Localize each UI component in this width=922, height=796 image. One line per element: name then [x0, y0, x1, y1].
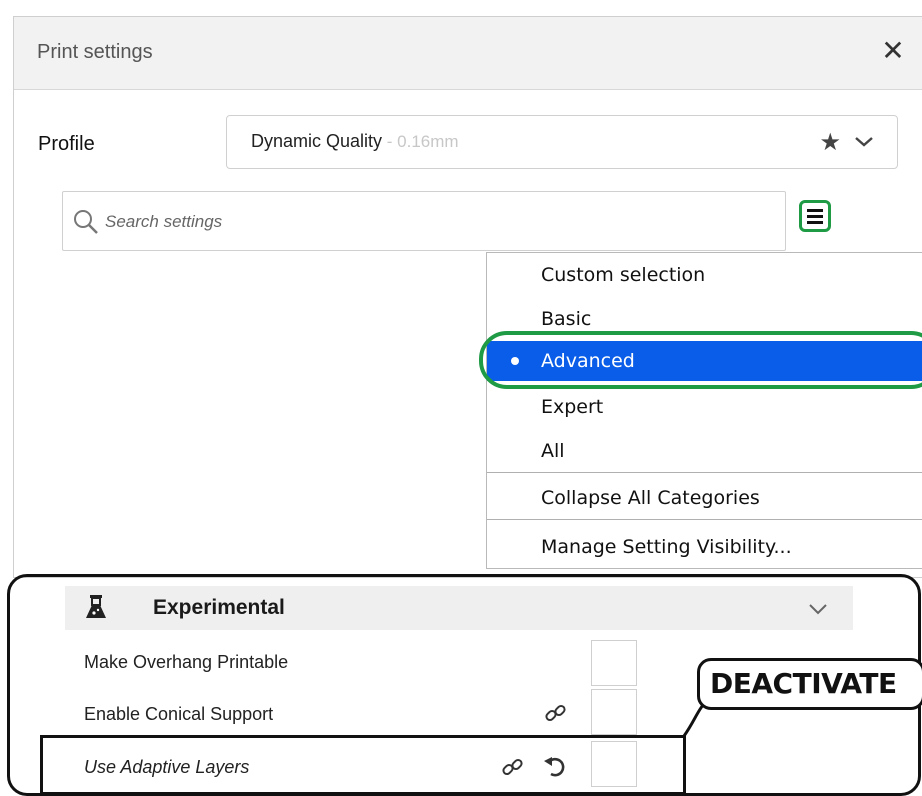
menu-item-label: Expert [541, 396, 604, 418]
annotation-text: DEACTIVATE [710, 667, 897, 700]
panel-header: Print settings ✕ [14, 17, 922, 90]
menu-separator [487, 519, 922, 520]
selected-bullet-icon [511, 357, 519, 365]
setting-label: Make Overhang Printable [84, 652, 289, 672]
profile-dropdown[interactable]: Dynamic Quality - 0.16mm ★ [226, 115, 898, 169]
close-button[interactable]: ✕ [879, 35, 907, 67]
use-adaptive-layers-checkbox[interactable] [591, 741, 637, 787]
menu-item-custom-selection[interactable]: Custom selection [487, 255, 922, 295]
chevron-down-icon[interactable] [807, 599, 829, 619]
category-label: Experimental [153, 596, 285, 619]
search-box[interactable] [62, 191, 786, 251]
menu-item-manage-visibility[interactable]: Manage Setting Visibility... [487, 527, 922, 567]
menu-item-label: Manage Setting Visibility... [541, 536, 792, 558]
menu-line [807, 221, 823, 224]
deactivate-annotation: DEACTIVATE [697, 658, 922, 710]
menu-line [807, 215, 823, 218]
menu-separator [487, 472, 922, 473]
setting-label: Use Adaptive Layers [84, 757, 250, 777]
star-icon[interactable]: ★ [819, 128, 841, 157]
make-overhang-printable-checkbox[interactable] [591, 640, 637, 686]
menu-item-basic[interactable]: Basic [487, 299, 922, 339]
category-header-experimental[interactable]: Experimental [65, 586, 853, 630]
enable-conical-support-checkbox[interactable] [591, 689, 637, 735]
search-input[interactable] [103, 206, 767, 238]
menu-line [807, 209, 823, 212]
menu-item-label: Custom selection [541, 264, 706, 286]
profile-label: Profile [38, 133, 95, 155]
profile-layer-height: - 0.16mm [382, 132, 459, 151]
panel-title: Print settings [37, 41, 153, 63]
chevron-down-icon[interactable] [853, 130, 875, 152]
profile-name: Dynamic Quality - 0.16mm [251, 131, 459, 152]
link-icon[interactable] [500, 755, 526, 781]
reset-icon[interactable] [543, 754, 567, 778]
setting-label: Enable Conical Support [84, 704, 274, 724]
visibility-dropdown-menu: Custom selection Basic Advanced Expert A… [486, 252, 922, 569]
search-icon [74, 210, 98, 234]
menu-item-label: All [541, 440, 565, 462]
menu-item-collapse-all[interactable]: Collapse All Categories [487, 478, 922, 518]
menu-item-advanced[interactable]: Advanced [487, 341, 922, 381]
menu-item-all[interactable]: All [487, 431, 922, 471]
setting-row-make-overhang-printable: Make Overhang Printable [84, 642, 644, 682]
menu-item-expert[interactable]: Expert [487, 387, 922, 427]
menu-item-label: Collapse All Categories [541, 487, 760, 509]
menu-item-label: Basic [541, 308, 592, 330]
profile-name-text: Dynamic Quality [251, 131, 383, 151]
link-icon[interactable] [543, 701, 569, 727]
setting-visibility-menu-button[interactable] [799, 200, 831, 232]
flask-icon [86, 595, 106, 618]
menu-item-label: Advanced [541, 350, 635, 372]
